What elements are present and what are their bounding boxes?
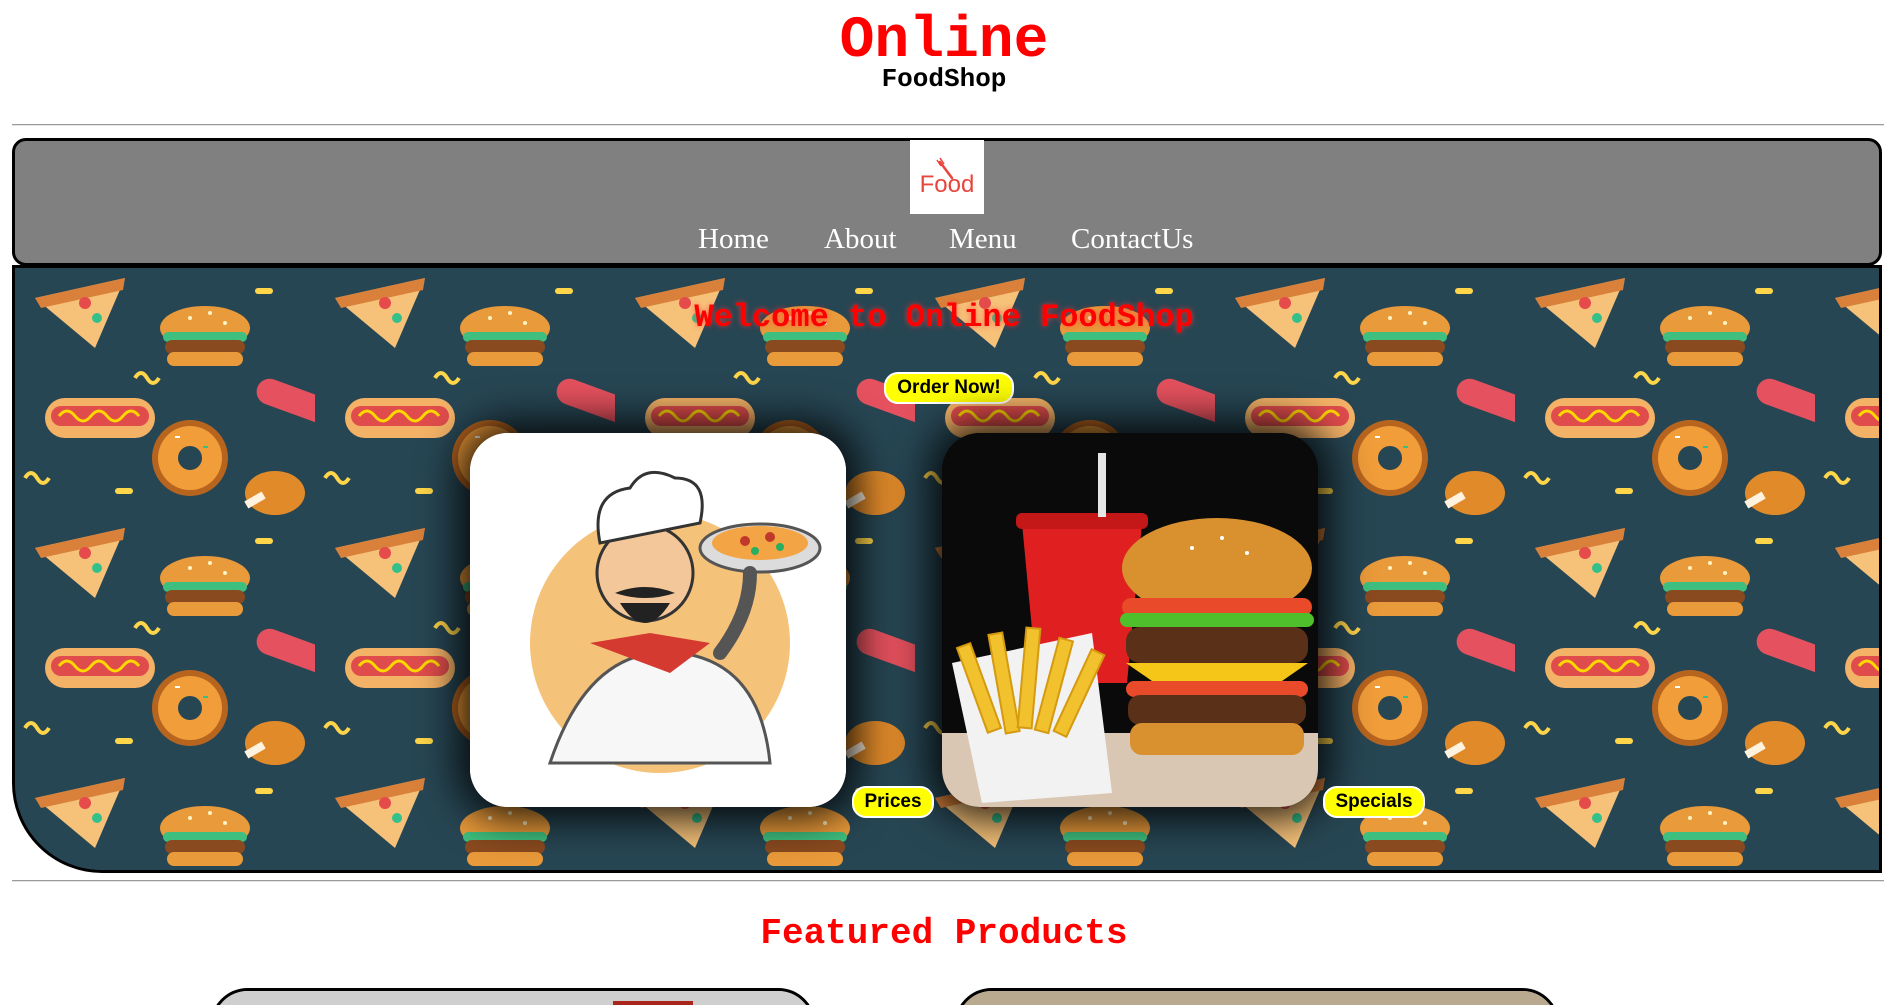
header-divider <box>12 124 1884 126</box>
specials-button[interactable]: Specials <box>1323 786 1425 818</box>
section-divider <box>12 880 1884 882</box>
site-title: Online <box>839 9 1049 74</box>
order-now-button[interactable]: Order Now! <box>884 372 1014 404</box>
chef-card-image <box>470 433 846 807</box>
site-subtitle: FoodShop <box>881 64 1007 94</box>
nav-item-home[interactable]: Home <box>698 222 769 256</box>
featured-products-title: Featured Products <box>760 913 1128 954</box>
prices-button[interactable]: Prices <box>852 786 934 818</box>
nav-item-about[interactable]: About <box>824 222 897 256</box>
logo-text: Food <box>920 171 975 198</box>
burger-card-image <box>942 433 1318 807</box>
food-logo[interactable]: Food <box>910 140 984 214</box>
nav-item-menu[interactable]: Menu <box>949 222 1017 256</box>
hero-title: Welcome to Online FoodShop <box>694 299 1194 336</box>
product-card[interactable] <box>210 988 816 1005</box>
nav-item-contactus[interactable]: ContactUs <box>1071 222 1193 256</box>
product-card[interactable] <box>954 988 1560 1005</box>
